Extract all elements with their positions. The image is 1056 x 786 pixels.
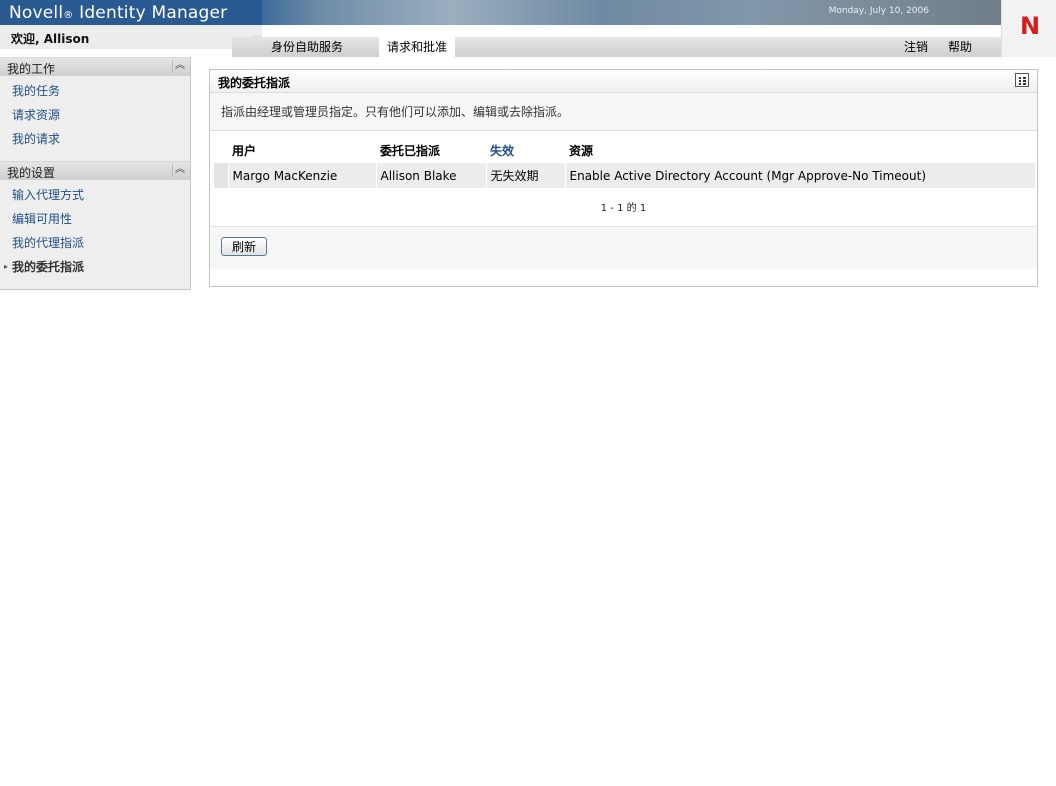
novell-logo: N [1001, 0, 1056, 57]
table-row[interactable]: Margo MacKenzie Allison Blake 无失效期 Enabl… [214, 163, 1035, 188]
column-header-user: 用户 [232, 143, 257, 158]
help-link[interactable]: 帮助 [948, 37, 972, 57]
pagination-text: 1 - 1 的 1 [600, 203, 647, 214]
sidebar: 我的工作 ︽ 我的任务 请求资源 我的请求 我的设置 ︽ 输入代理方式 编辑可用… [0, 57, 191, 290]
row-marker [214, 163, 228, 188]
assignments-table: 用户 委托已指派 失效 资源 Margo MacKenzie Allison B… [214, 137, 1035, 188]
brand-bar: Novell® Identity Manager Monday, July 10… [0, 0, 1001, 25]
cell-resource: Enable Active Directory Account (Mgr App… [564, 163, 1035, 188]
column-header-delegate-assigned: 委托已指派 [380, 143, 441, 158]
table-header-spacer [214, 137, 228, 163]
sidebar-item-my-tasks[interactable]: 我的任务 [12, 82, 60, 99]
tab-requests-approvals[interactable]: 请求和批准 [379, 37, 455, 57]
sidebar-section-title: 我的设置 [7, 166, 56, 180]
app-title-brand: Novell [9, 3, 64, 23]
tab-identity-self-service[interactable]: 身份自助服务 [271, 37, 343, 57]
refresh-button[interactable]: 刷新 [221, 237, 267, 256]
panel-description: 指派由经理或管理员指定。只有他们可以添加、编辑或去除指派。 [221, 105, 570, 119]
sidebar-item-my-delegate-assignments[interactable]: 我的委托指派 [12, 258, 84, 275]
novell-n-icon: N [1020, 12, 1041, 40]
app-title: Novell® Identity Manager [9, 3, 227, 23]
current-item-bullet-icon: ▸ [4, 262, 9, 271]
app-title-product: Identity Manager [73, 3, 228, 23]
header: Novell® Identity Manager Monday, July 10… [0, 0, 1056, 57]
column-header-resource: 资源 [569, 143, 594, 158]
cell-expiration: 无失效期 [485, 163, 565, 188]
sidebar-item-my-proxy-assignments[interactable]: 我的代理指派 [12, 234, 84, 251]
header-date: Monday, July 10, 2006 [828, 6, 929, 16]
panel-title: 我的委托指派 [218, 76, 291, 90]
header-curve [0, 36, 262, 57]
panel-footer: 刷新 [210, 226, 1037, 269]
panel-menu-icon[interactable] [1015, 73, 1029, 87]
cell-delegate: Allison Blake [375, 163, 486, 188]
sidebar-item-request-resources[interactable]: 请求资源 [12, 106, 60, 123]
sidebar-item-my-requests[interactable]: 我的请求 [12, 130, 60, 147]
sidebar-section-title: 我的工作 [7, 62, 56, 76]
panel-header: 我的委托指派 [210, 70, 1037, 93]
delegate-assignments-panel: 我的委托指派 指派由经理或管理员指定。只有他们可以添加、编辑或去除指派。 用户 … [209, 69, 1038, 287]
panel-description-area: 指派由经理或管理员指定。只有他们可以添加、编辑或去除指派。 [210, 93, 1037, 131]
sidebar-section-my-settings[interactable]: 我的设置 ︽ [0, 161, 190, 180]
column-header-expiration[interactable]: 失效 [486, 137, 565, 163]
nav-bar: 身份自助服务 请求和批准 注销 帮助 [232, 37, 1001, 57]
sidebar-item-edit-availability[interactable]: 编辑可用性 [12, 210, 72, 227]
cell-user: Margo MacKenzie [227, 163, 376, 188]
sidebar-item-enter-proxy-mode[interactable]: 输入代理方式 [12, 186, 84, 203]
sidebar-section-my-work[interactable]: 我的工作 ︽ [0, 57, 190, 76]
table-header-row: 用户 委托已指派 失效 资源 [214, 137, 1035, 163]
collapse-icon[interactable]: ︽ [172, 60, 187, 73]
registered-mark: ® [63, 10, 74, 21]
logout-link[interactable]: 注销 [904, 37, 928, 57]
collapse-icon[interactable]: ︽ [172, 164, 187, 177]
